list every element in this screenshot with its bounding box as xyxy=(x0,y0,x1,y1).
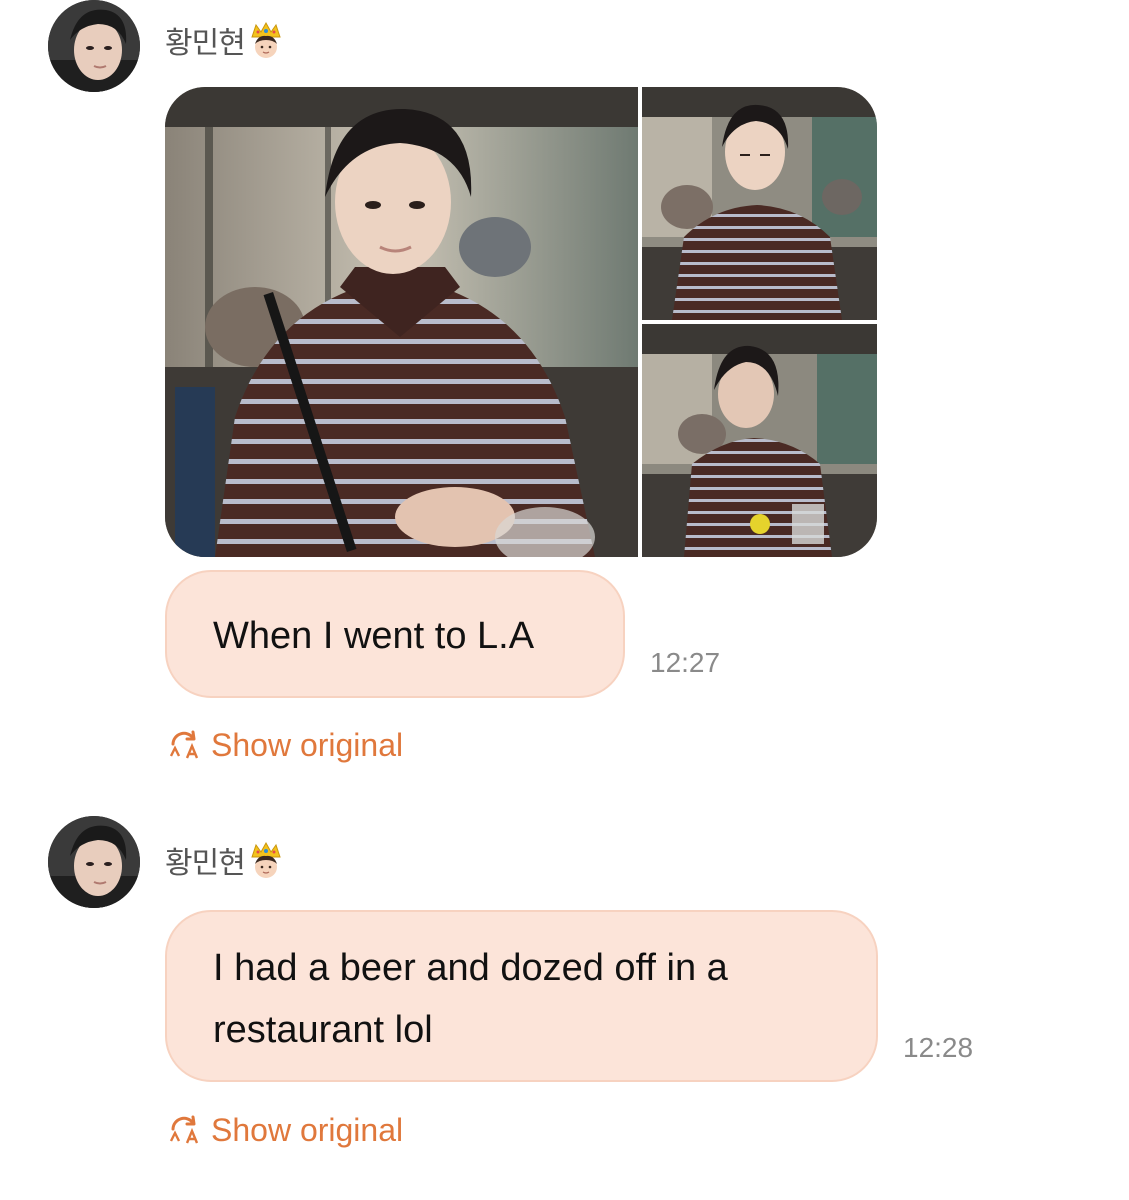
sender-header: 황민현 xyxy=(165,838,283,882)
bottom-right-photo[interactable] xyxy=(642,324,877,557)
top-right-photo[interactable] xyxy=(642,87,877,320)
message-time: 12:28 xyxy=(903,1032,974,1063)
message-text-line: I had a beer and dozed off in a xyxy=(213,947,728,989)
translate-icon xyxy=(167,730,203,762)
main-photo[interactable] xyxy=(165,87,638,557)
crown-emoji-icon xyxy=(249,21,283,59)
sender-avatar[interactable] xyxy=(48,816,140,908)
sender-avatar[interactable] xyxy=(48,0,140,92)
message-time: 12:27 xyxy=(650,647,721,678)
translate-icon xyxy=(167,1115,203,1147)
show-original-link[interactable]: Show original xyxy=(167,1112,403,1149)
message-bubble[interactable]: When I went to L.A xyxy=(165,570,625,698)
message-text-line: restaurant lol xyxy=(213,1009,433,1051)
crown-emoji-icon xyxy=(249,841,283,879)
sender-header: 황민현 xyxy=(165,18,283,62)
sender-name: 황민현 xyxy=(165,846,246,881)
sender-name: 황민현 xyxy=(165,26,246,61)
message-text: When I went to L.A xyxy=(213,615,535,657)
photo-grid[interactable] xyxy=(165,87,877,557)
show-original-label: Show original xyxy=(211,1112,404,1148)
message-bubble[interactable]: I had a beer and dozed off in a restaura… xyxy=(165,910,878,1082)
show-original-link[interactable]: Show original xyxy=(167,727,403,764)
show-original-label: Show original xyxy=(211,727,404,763)
